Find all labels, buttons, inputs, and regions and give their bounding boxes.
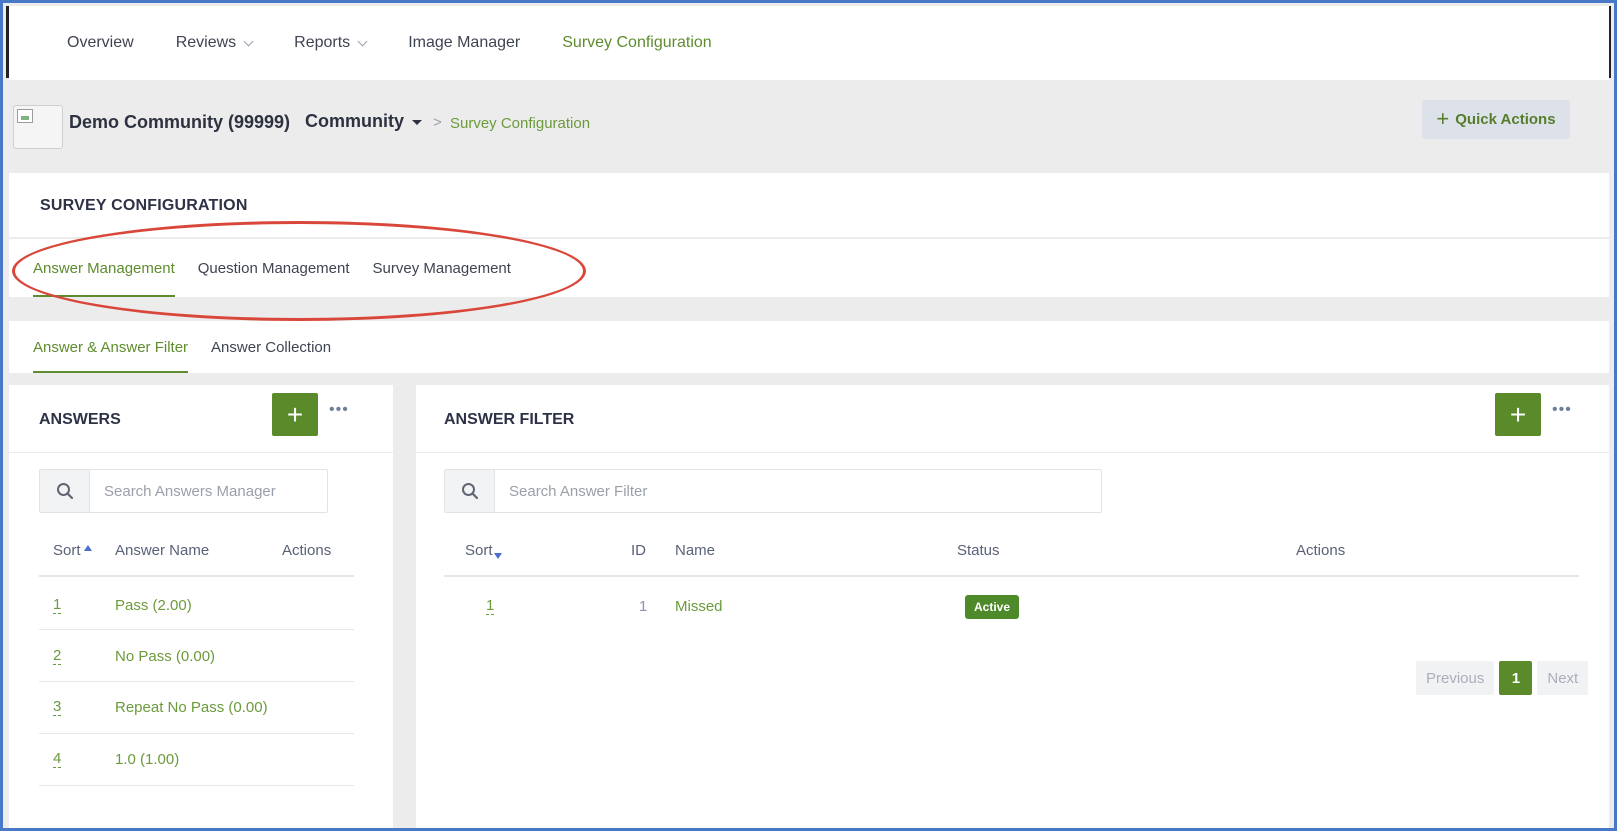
- chevron-down-icon: [243, 36, 254, 46]
- add-answer-filter-button[interactable]: +: [1495, 393, 1541, 436]
- plus-icon: +: [1436, 105, 1450, 131]
- breadcrumb-current[interactable]: Survey Configuration: [450, 115, 590, 132]
- community-scope-label: Community: [305, 111, 404, 131]
- answers-panel: ANSWERS + ••• Sort Answer Name Actions 1…: [9, 385, 393, 828]
- app-frame: Overview Reviews Reports Image Manager S…: [0, 0, 1617, 831]
- column-header-sort-label: Sort: [465, 542, 493, 559]
- breadcrumb-bar: Demo Community (99999) Community > Surve…: [9, 80, 1609, 170]
- add-answer-button[interactable]: +: [272, 393, 318, 436]
- column-header-actions: Actions: [282, 542, 332, 559]
- column-header-sort-label: Sort: [53, 542, 81, 559]
- caret-down-icon: [412, 120, 422, 125]
- column-header-sort[interactable]: Sort: [465, 542, 502, 559]
- nav-survey-configuration-label: Survey Configuration: [562, 34, 712, 51]
- row-divider: [39, 629, 354, 630]
- answer-name: No Pass (0.00): [115, 648, 216, 665]
- column-header-id[interactable]: ID: [631, 542, 646, 559]
- answer-name: Repeat No Pass (0.00): [115, 699, 268, 716]
- sort-descending-icon: [493, 553, 502, 559]
- nav-overview[interactable]: Overview: [67, 34, 134, 52]
- quick-actions-label: Quick Actions: [1455, 111, 1556, 128]
- sort-ascending-icon: [83, 545, 92, 551]
- answers-panel-header: ANSWERS + •••: [9, 385, 393, 453]
- column-header-name[interactable]: Name: [675, 542, 715, 559]
- community-scope-dropdown[interactable]: Community: [305, 111, 422, 132]
- broken-image-icon: [17, 109, 33, 123]
- pagination-page-button[interactable]: 1: [1499, 661, 1533, 695]
- primary-tabs: Answer Management Question Management Su…: [9, 239, 1609, 297]
- tab-answer-and-filter[interactable]: Answer & Answer Filter: [33, 321, 189, 373]
- section-header: SURVEY CONFIGURATION: [9, 173, 1609, 237]
- answer-filter-panel-title: ANSWER FILTER: [444, 411, 575, 428]
- column-header-actions: Actions: [1296, 542, 1346, 559]
- tab-survey-management[interactable]: Survey Management: [373, 239, 511, 297]
- answer-name: 1.0 (1.00): [115, 751, 180, 768]
- top-nav: Overview Reviews Reports Image Manager S…: [9, 6, 1609, 80]
- tab-question-management[interactable]: Question Management: [198, 239, 350, 297]
- answers-search: [39, 469, 328, 513]
- answer-filter-panel-header: ANSWER FILTER + •••: [416, 385, 1609, 453]
- filter-sort-link[interactable]: 1: [486, 598, 495, 615]
- answer-filter-search: [444, 469, 1102, 513]
- pagination-previous-button[interactable]: Previous: [1416, 661, 1495, 695]
- nav-reviews-label: Reviews: [175, 34, 237, 51]
- answer-sort-link[interactable]: 1: [53, 597, 62, 614]
- answers-search-input[interactable]: [90, 470, 327, 512]
- nav-reports-label: Reports: [294, 34, 351, 51]
- answer-filter-search-input[interactable]: [495, 470, 1101, 512]
- column-header-status[interactable]: Status: [957, 542, 1000, 559]
- community-logo: [13, 105, 63, 149]
- nav-reviews[interactable]: Reviews: [175, 34, 254, 52]
- row-divider: [39, 733, 354, 734]
- breadcrumb-separator: >: [433, 114, 442, 131]
- column-header-answer-name[interactable]: Answer Name: [115, 542, 209, 559]
- tab-answer-collection[interactable]: Answer Collection: [211, 321, 331, 373]
- answer-sort-link[interactable]: 3: [53, 699, 62, 716]
- status-badge: Active: [965, 595, 1020, 619]
- nav-overview-label: Overview: [67, 34, 134, 51]
- answer-filter-panel: ANSWER FILTER + ••• Sort ID Name Status …: [416, 385, 1609, 828]
- answers-panel-title: ANSWERS: [39, 411, 121, 428]
- answer-sort-link[interactable]: 2: [53, 648, 62, 665]
- pagination: Previous 1 Next: [1416, 661, 1589, 695]
- filter-id: 1: [639, 598, 648, 615]
- answer-name: Pass (2.00): [115, 597, 192, 614]
- more-options-icon[interactable]: •••: [329, 401, 349, 419]
- filter-name: Missed: [675, 598, 723, 615]
- table-header-divider: [39, 575, 354, 577]
- more-options-icon[interactable]: •••: [1552, 401, 1572, 419]
- chevron-down-icon: [357, 36, 368, 46]
- pagination-next-button[interactable]: Next: [1537, 661, 1589, 695]
- tab-answer-management[interactable]: Answer Management: [33, 239, 175, 297]
- nav-image-manager-label: Image Manager: [408, 34, 521, 51]
- secondary-tabs: Answer & Answer Filter Answer Collection: [9, 321, 1609, 373]
- nav-reports[interactable]: Reports: [294, 34, 368, 52]
- table-header-divider: [444, 575, 1579, 577]
- page-title: SURVEY CONFIGURATION: [40, 197, 248, 214]
- column-header-sort[interactable]: Sort: [53, 542, 92, 559]
- row-divider: [39, 681, 354, 682]
- row-divider: [39, 785, 354, 786]
- answer-sort-link[interactable]: 4: [53, 751, 62, 768]
- nav-image-manager[interactable]: Image Manager: [408, 34, 520, 52]
- search-icon: [40, 470, 90, 512]
- community-name: Demo Community (99999): [69, 112, 291, 132]
- search-icon: [445, 470, 495, 512]
- quick-actions-button[interactable]: + Quick Actions: [1422, 100, 1570, 139]
- nav-survey-configuration[interactable]: Survey Configuration: [562, 34, 711, 52]
